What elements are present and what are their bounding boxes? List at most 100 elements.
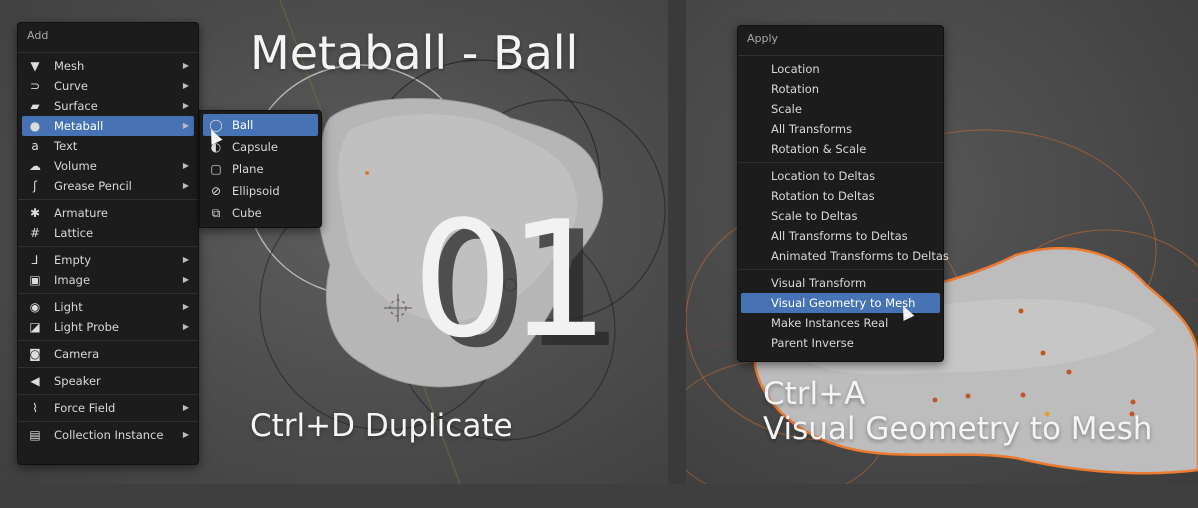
- camera-icon: ◙: [29, 347, 41, 361]
- apply-menu-item-visual-transform[interactable]: Visual Transform: [741, 273, 940, 293]
- apply-menu-item-all-transforms-to-deltas[interactable]: All Transforms to Deltas: [741, 226, 940, 246]
- apply-menu-item-parent-inverse[interactable]: Parent Inverse: [741, 333, 940, 353]
- menu-separator: [18, 421, 198, 422]
- menu-item-label: Force Field: [54, 401, 116, 415]
- apply-menu-item-all-transforms[interactable]: All Transforms: [741, 119, 940, 139]
- menu-item-label: Scale to Deltas: [771, 209, 858, 223]
- surface-icon: ▰: [30, 99, 40, 113]
- menu-item-label: Ball: [232, 118, 254, 132]
- add-menu-item-surface[interactable]: ▰ Surface ▶: [22, 96, 194, 116]
- menu-separator: [18, 246, 198, 247]
- add-menu-item-image[interactable]: ▣ Image ▶: [22, 270, 194, 290]
- menu-item-label: Location to Deltas: [771, 169, 876, 183]
- menu-item-label: Empty: [54, 253, 92, 267]
- overlay-number: 01: [412, 186, 610, 373]
- metaball-item-plane[interactable]: ▢ Plane: [203, 158, 318, 180]
- apply-menu-item-scale-to-deltas[interactable]: Scale to Deltas: [741, 206, 940, 226]
- menu-item-label: Plane: [232, 162, 264, 176]
- add-menu-item-light[interactable]: ◉ Light ▶: [22, 297, 194, 317]
- menu-item-label: Visual Transform: [771, 276, 867, 290]
- add-menu-items: ▼ Mesh ▶ ⊃ Curve ▶ ▰ Surface ▶ ● Metaball ▶ a Text ☁ Vo…: [18, 56, 198, 445]
- metaball-submenu: ◯ Ball ◐ Capsule ▢ Plane ⊘ Ellipsoid ⧉ Cube: [199, 110, 322, 228]
- menu-item-label: Rotation to Deltas: [771, 189, 875, 203]
- submenu-arrow-icon: ▶: [182, 430, 189, 439]
- text-icon: a: [31, 139, 39, 153]
- add-menu-item-grease-pencil[interactable]: ʃ Grease Pencil ▶: [22, 176, 194, 196]
- apply-menu-item-location[interactable]: Location: [741, 59, 940, 79]
- menu-item-label: Collection Instance: [54, 428, 164, 442]
- plane-icon: ▢: [210, 162, 222, 176]
- metaball-item-ellipsoid[interactable]: ⊘ Ellipsoid: [203, 180, 318, 202]
- add-menu-item-light-probe[interactable]: ◪ Light Probe ▶: [22, 317, 194, 337]
- submenu-arrow-icon: ▶: [182, 121, 189, 130]
- submenu-arrow-icon: ▶: [182, 403, 189, 412]
- metaball-item-ball[interactable]: ◯ Ball: [203, 114, 318, 136]
- submenu-arrow-icon: ▶: [182, 255, 189, 264]
- overlay-title: Metaball - Ball: [250, 26, 579, 80]
- cube-icon: ⧉: [211, 206, 221, 220]
- add-menu-title: Add: [27, 29, 49, 42]
- add-menu-item-armature[interactable]: ✱ Armature: [22, 203, 194, 223]
- bottom-bar: [0, 484, 1198, 508]
- origin-dot: [365, 171, 369, 175]
- add-menu-item-mesh[interactable]: ▼ Mesh ▶: [22, 56, 194, 76]
- apply-menu-item-rotation[interactable]: Rotation: [741, 79, 940, 99]
- collection-instance-icon: ▤: [29, 428, 41, 442]
- menu-item-label: Animated Transforms to Deltas: [771, 249, 949, 263]
- apply-menu-items: Location Rotation Scale All Transforms Rotat…: [738, 59, 949, 353]
- apply-menu-item-rotation-to-deltas[interactable]: Rotation to Deltas: [741, 186, 940, 206]
- light-icon: ◉: [29, 300, 41, 314]
- menu-separator: [18, 293, 198, 294]
- add-menu-item-force-field[interactable]: ⌇ Force Field ▶: [22, 398, 194, 418]
- armature-icon: ✱: [29, 206, 41, 220]
- add-menu-item-lattice[interactable]: # Lattice: [22, 223, 194, 243]
- submenu-arrow-icon: ▶: [182, 161, 189, 170]
- menu-item-label: Parent Inverse: [771, 336, 854, 350]
- curve-icon: ⊃: [29, 79, 41, 93]
- image-icon: ▣: [29, 273, 41, 287]
- apply-menu-item-animated-transforms-to-deltas[interactable]: Animated Transforms to Deltas: [741, 246, 949, 266]
- ellipsoid-icon: ⊘: [210, 184, 222, 198]
- menu-item-label: Speaker: [54, 374, 101, 388]
- menu-item-label: Location: [771, 62, 820, 76]
- menu-separator: [738, 269, 943, 270]
- submenu-arrow-icon: ▶: [182, 275, 189, 284]
- add-menu-item-curve[interactable]: ⊃ Curve ▶: [22, 76, 194, 96]
- menu-separator: [738, 162, 943, 163]
- submenu-arrow-icon: ▶: [182, 61, 189, 70]
- apply-menu-title: Apply: [747, 32, 779, 45]
- add-menu-item-speaker[interactable]: ◀ Speaker: [22, 371, 194, 391]
- menu-item-label: Rotation: [771, 82, 820, 96]
- speaker-icon: ◀: [30, 374, 40, 388]
- add-menu-item-collection-instance[interactable]: ▤ Collection Instance ▶: [22, 425, 194, 445]
- add-menu-item-camera[interactable]: ◙ Camera: [22, 344, 194, 364]
- add-menu-item-empty[interactable]: ⅃ Empty ▶: [22, 250, 194, 270]
- add-menu-item-metaball[interactable]: ● Metaball ▶: [22, 116, 194, 136]
- metaball-item-cube[interactable]: ⧉ Cube: [203, 202, 318, 224]
- menu-separator: [18, 367, 198, 368]
- menu-item-label: All Transforms to Deltas: [771, 229, 908, 243]
- apply-menu-item-rotation-scale[interactable]: Rotation & Scale: [741, 139, 940, 159]
- menu-item-label: Cube: [232, 206, 262, 220]
- submenu-arrow-icon: ▶: [182, 81, 189, 90]
- menu-item-label: Camera: [54, 347, 100, 361]
- menu-item-label: Metaball: [54, 119, 104, 133]
- add-menu-item-volume[interactable]: ☁ Volume ▶: [22, 156, 194, 176]
- apply-menu-item-location-to-deltas[interactable]: Location to Deltas: [741, 166, 940, 186]
- menu-item-label: Grease Pencil: [54, 179, 132, 193]
- submenu-arrow-icon: ▶: [182, 322, 189, 331]
- menu-separator: [18, 52, 198, 53]
- submenu-arrow-icon: ▶: [182, 181, 189, 190]
- apply-menu-item-scale[interactable]: Scale: [741, 99, 940, 119]
- overlay-apply-shortcut: Ctrl+A: [763, 376, 866, 412]
- menu-item-label: Visual Geometry to Mesh: [771, 296, 916, 310]
- mesh-icon: ▼: [30, 59, 40, 73]
- menu-item-label: Volume: [54, 159, 97, 173]
- grease-pencil-icon: ʃ: [32, 179, 38, 193]
- add-menu-item-text[interactable]: a Text: [22, 136, 194, 156]
- menu-item-label: Light Probe: [54, 320, 119, 334]
- metaball-icon: ●: [29, 119, 41, 133]
- menu-separator: [738, 55, 943, 56]
- submenu-arrow-icon: ▶: [182, 302, 189, 311]
- menu-item-label: Text: [54, 139, 78, 153]
